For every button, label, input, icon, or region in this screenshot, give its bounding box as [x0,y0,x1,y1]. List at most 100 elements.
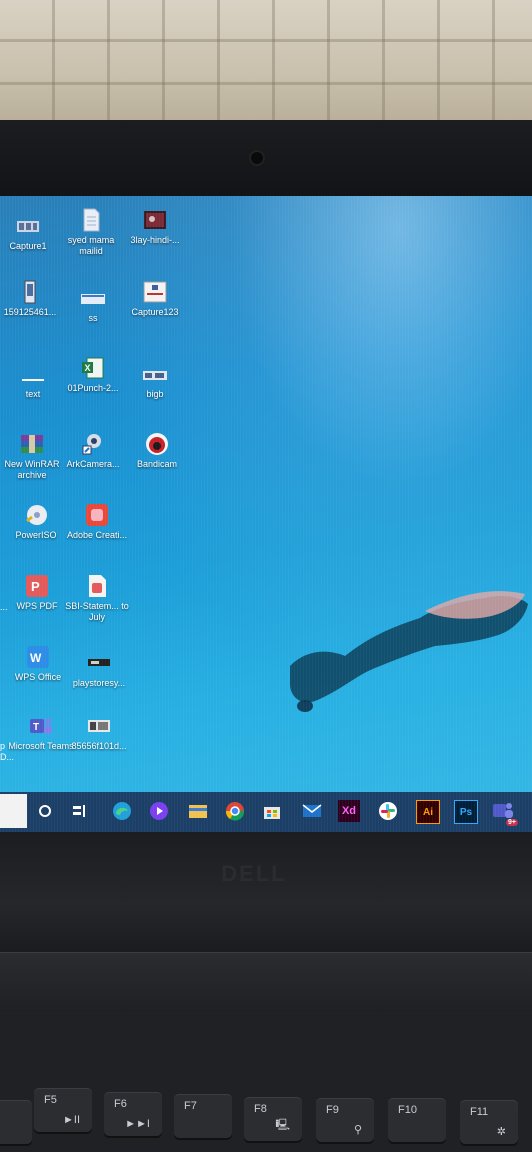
bandicam-icon [146,433,168,455]
adobe-xd-icon[interactable]: Xd [338,800,360,822]
taskbar: Xd Ai Ps 9+ [0,792,532,832]
wallpaper-swimmer [290,591,528,712]
slack-icon[interactable] [377,800,399,822]
mail-icon[interactable] [301,800,323,822]
desktop-icon-label: 01Punch-2... [67,383,119,393]
next-track-icon: ►►I [125,1118,150,1130]
key-f4-partial[interactable] [0,1100,32,1144]
key-f5[interactable]: F5 ►II [34,1088,92,1132]
desktop-icon-01punch[interactable]: X 01Punch-2... [60,356,126,394]
desktop-icon-capture123[interactable]: Capture123 [122,280,188,318]
adobe-creative-cloud-icon [86,504,108,526]
image-thumbnail-icon [17,221,39,232]
key-label: F5 [44,1094,57,1106]
desktop-icon-3lay-hindi[interactable]: 3lay-hindi-... [122,208,188,246]
text-document-icon [22,379,44,381]
key-f11[interactable]: F11 ✲ [460,1100,518,1144]
image-thumbnail-icon [143,281,167,303]
desktop-icon-label: Bandicam [136,459,178,469]
image-thumbnail-icon [88,659,110,666]
desktop-icon-adobe-creative-cloud[interactable]: Adobe Creati... [64,503,130,541]
store-icon[interactable] [261,800,283,822]
edge-label-cutoff: p [0,741,6,751]
key-label: F6 [114,1098,127,1110]
desktop-icon-microsoft-teams[interactable]: T Microsoft Teams [8,714,74,752]
desktop-icon-label: Capture1 [9,241,47,251]
svg-text:W: W [30,651,42,665]
desktop-screen: Capture1 syed mama mailid 3lay-hindi-...… [0,196,532,836]
pdf-file-icon [89,575,106,597]
excel-file-icon: X [82,357,104,379]
key-f10[interactable]: F10 [388,1098,446,1142]
desktop-icon-playstoresy[interactable]: playstoresy... [66,651,132,689]
image-thumbnail-icon [88,720,110,732]
desktop-icon-sbi-statement[interactable]: SBI-Statem... to July [64,574,130,623]
key-f9[interactable]: F9 ⚲ [316,1098,374,1142]
video-thumbnail-icon [144,211,166,229]
desktop-icon-wps-pdf[interactable]: P WPS PDF [4,574,70,612]
key-label: F8 [254,1103,267,1115]
desktop-icon-bandicam[interactable]: Bandicam [124,432,190,470]
desktop-icon-poweriso[interactable]: PowerISO [3,503,69,541]
desktop-icon-ss[interactable]: ss [60,286,126,324]
text-document-icon [83,208,100,232]
desktop-icon-arkcamera[interactable]: ArkCamera... [60,432,126,470]
disc-icon [26,505,47,525]
desktop-icon-syed-mama-mailid[interactable]: syed mama mailid [58,208,124,257]
desktop-icon-label: syed mama mailid [67,235,115,256]
media-player-icon[interactable] [148,800,170,822]
svg-text:X: X [85,363,91,373]
phone-screenshot-icon [24,280,36,304]
display-switch-icon: 🖳 [275,1119,290,1131]
webcam [251,152,263,164]
image-thumbnail-icon [81,294,105,304]
key-label: F10 [398,1104,417,1116]
desktop-icon-capture1[interactable]: Capture1 [0,214,61,252]
photoshop-icon[interactable]: Ps [454,800,478,824]
key-f8[interactable]: F8 🖳 [244,1097,302,1141]
desktop-icon-label: ArkCamera... [66,459,120,469]
cortana-icon[interactable] [34,800,56,822]
key-label: F9 [326,1104,339,1116]
image-thumbnail-icon [143,371,167,380]
edge-label-cutoff: D... [0,752,15,762]
desktop-icon-bigb[interactable]: bigb [122,362,188,400]
edge-icon[interactable] [111,800,133,822]
key-label: F11 [470,1106,489,1118]
tiled-wall [0,0,532,125]
brand-logo: DELL [221,861,287,886]
webcam-app-icon [82,434,101,455]
desktop-icon-wps-office[interactable]: W WPS Office [5,645,71,683]
wps-pdf-icon: P [26,575,48,597]
adobe-illustrator-icon[interactable]: Ai [416,800,440,824]
desktop-icon-label: ss [88,313,98,323]
key-f6[interactable]: F6 ►►I [104,1092,162,1136]
task-view-icon[interactable] [68,800,90,822]
desktop-icon-label: Microsoft Teams [8,741,74,751]
brightness-icon: ✲ [496,1126,506,1138]
desktop-icon-new-winrar-archive[interactable]: New WinRAR archive [0,432,65,481]
desktop-icon-label: playstoresy... [72,678,126,688]
screen-bezel-top [0,120,532,200]
edge-label-cutoff: ... [0,602,8,612]
chrome-icon[interactable] [224,800,246,822]
search-icon: ⚲ [353,1124,362,1136]
desktop-icon-label: bigb [146,389,164,399]
svg-text:P: P [31,579,40,594]
desktop-icon-label: SBI-Statem... to July [65,601,129,622]
desktop-icon-85656f101d[interactable]: 85656f101d... [66,714,132,752]
desktop-icon-159125461[interactable]: 159125461... [0,280,63,318]
key-label: F7 [184,1100,197,1112]
search-box[interactable] [0,794,27,828]
teams-icon[interactable]: 9+ [492,800,518,826]
wps-office-icon: W [27,646,49,668]
desktop-icon-label: 159125461... [3,307,57,317]
file-explorer-icon[interactable] [187,800,209,822]
svg-text:T: T [33,722,39,733]
desktop-icon-label: text [25,389,41,399]
desktop-icon-label: WPS Office [14,672,62,682]
desktop-icon-text[interactable]: text [0,362,66,400]
key-f7[interactable]: F7 [174,1094,232,1138]
desktop-icon-label: 3lay-hindi-... [130,235,180,245]
screen-bezel-bottom [0,832,532,952]
